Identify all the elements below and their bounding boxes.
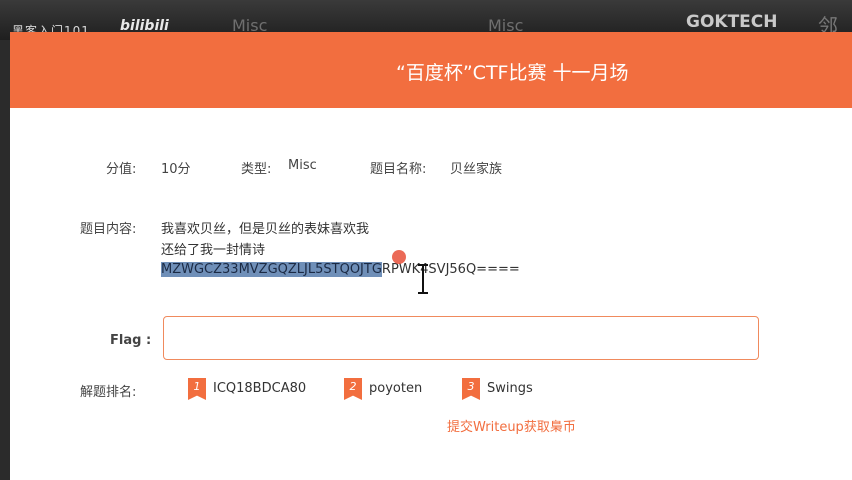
content-line-2: 还给了我一封情诗	[161, 243, 266, 258]
rank-name-2: poyoten	[369, 381, 423, 396]
score-label: 分值:	[106, 162, 137, 177]
click-indicator-icon	[392, 250, 406, 264]
rank-name-3: Swings	[487, 381, 533, 396]
brand-watermark: GOKTECH	[686, 12, 778, 32]
rank-badge-2-icon: 2	[344, 378, 362, 400]
content-label: 题目内容:	[80, 222, 137, 237]
flag-label: Flag :	[110, 333, 151, 348]
rank-name-1: ICQ18BDCA80	[213, 381, 307, 396]
type-value: Misc	[288, 158, 317, 173]
rank-badge-1-icon: 1	[188, 378, 206, 400]
ranking-label: 解题排名:	[80, 385, 137, 400]
type-label: 类型:	[241, 162, 272, 177]
content-line-1: 我喜欢贝丝，但是贝丝的表妹喜欢我	[161, 222, 370, 237]
cipher-rest-text[interactable]: RPWK4SVJ56Q====	[382, 262, 520, 277]
flag-label-text: Flag	[110, 333, 142, 348]
cipher-text[interactable]: MZWGCZ33MVZGQZLJL5STQOJTGRPWK4SVJ56Q====	[161, 262, 520, 278]
score-value: 10分	[161, 162, 191, 177]
page-title: “百度杯”CTF比赛 十一月场	[396, 62, 629, 84]
text-cursor-icon	[418, 264, 428, 294]
flag-input[interactable]	[163, 316, 759, 360]
challenge-name-value: 贝丝家族	[450, 162, 503, 177]
cipher-selected-text[interactable]: MZWGCZ33MVZGQZLJL5STQOJTG	[161, 262, 382, 277]
flag-label-colon: :	[145, 333, 152, 348]
challenge-name-label: 题目名称:	[370, 162, 427, 177]
rank-badge-3-icon: 3	[462, 378, 480, 400]
submit-writeup-link[interactable]: 提交Writeup获取梟币	[447, 416, 576, 435]
card-header: “百度杯”CTF比赛 十一月场	[10, 32, 852, 108]
challenge-card: “百度杯”CTF比赛 十一月场 分值: 10分 类型: Misc 题目名称: 贝…	[10, 32, 852, 480]
